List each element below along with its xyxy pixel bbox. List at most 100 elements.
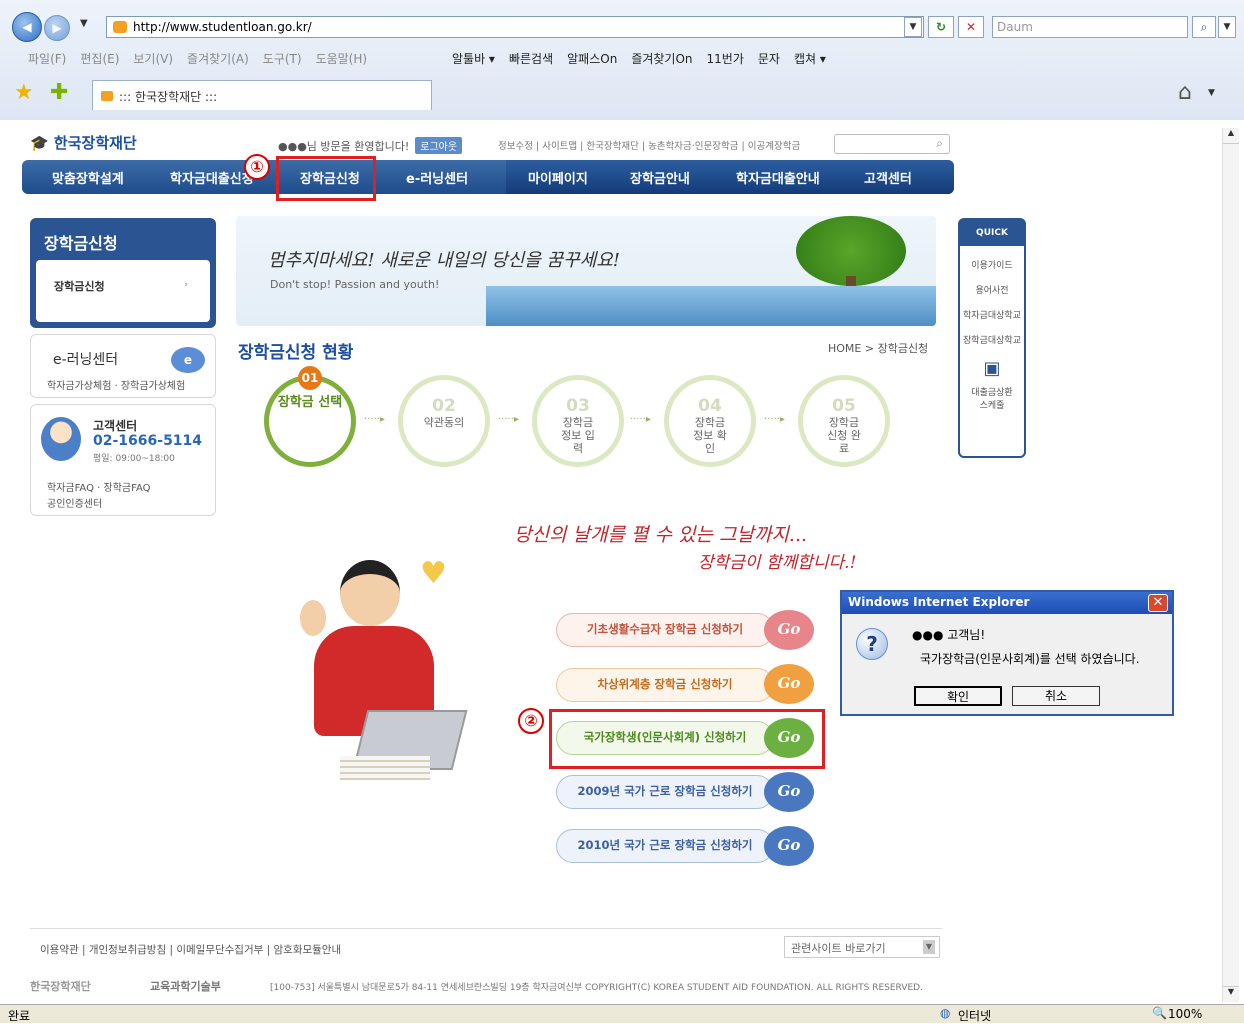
apply-near-poverty-button[interactable]: 차상위계층 장학금 신청하기 xyxy=(556,668,774,702)
toolbar-favorites-on[interactable]: 즐겨찾기On xyxy=(631,50,692,67)
dialog-close-icon[interactable]: ✕ xyxy=(1148,594,1168,612)
gnb-elearning[interactable]: e-러닝센터 xyxy=(406,168,468,187)
footer-links[interactable]: 이용약관 | 개인정보취급방침 | 이메일무단수집거부 | 암호화모듈안내 xyxy=(40,942,341,957)
site-search-input[interactable]: ⌕ xyxy=(834,134,950,154)
menu-help[interactable]: 도움말(H) xyxy=(316,50,368,67)
dialog-cancel-button[interactable]: 취소 xyxy=(1012,686,1100,706)
question-icon: ? xyxy=(856,628,888,660)
back-button[interactable]: ◀ xyxy=(12,12,42,42)
status-bar: 완료 ◍ 인터넷 🔍 100% xyxy=(0,1004,1244,1023)
logout-button[interactable]: 로그아웃 xyxy=(415,137,463,154)
step-3: 03 장학금 정보 입 력 xyxy=(532,375,624,467)
quick-glossary-link[interactable]: 용어사전 xyxy=(960,283,1024,296)
go-work-2010-icon[interactable]: Go xyxy=(764,826,814,866)
home-icon[interactable]: ⌂ xyxy=(1178,80,1192,105)
search-input[interactable]: Daum xyxy=(992,16,1188,38)
elearning-links[interactable]: 학자금가상체험 · 장학금가상체험 xyxy=(47,377,185,392)
logo-text: 한국장학재단 xyxy=(53,134,137,152)
menu-tools[interactable]: 도구(T) xyxy=(263,50,302,67)
gnb-scholarship-info[interactable]: 장학금안내 xyxy=(630,168,690,187)
home-dropdown-icon[interactable]: ▼ xyxy=(1208,88,1215,98)
menu-edit[interactable]: 편집(E) xyxy=(80,50,119,67)
add-favorites-icon[interactable]: ✚ xyxy=(50,80,68,105)
footer-divider xyxy=(30,928,942,929)
quick-menu: QUICK MENU 이용가이드 용어사전 학자금대상학교 장학금대상학교 ▣ … xyxy=(958,218,1026,458)
toolbar-sms[interactable]: 문자 xyxy=(758,50,780,67)
step-arrow: ·····▸ xyxy=(764,414,785,425)
button-label: 2009년 국가 근로 장학금 신청하기 xyxy=(577,784,753,798)
toolbar-altoolbar[interactable]: 알툴바 ▾ xyxy=(452,50,495,67)
cs-faq-links[interactable]: 학자금FAQ · 장학금FAQ xyxy=(47,479,150,494)
go-work-2009-icon[interactable]: Go xyxy=(764,772,814,812)
address-dropdown-icon[interactable]: ▼ xyxy=(904,17,922,37)
favorites-star-icon[interactable]: ★ xyxy=(14,80,34,105)
site-search-icon[interactable]: ⌕ xyxy=(936,136,943,151)
tab-favicon-icon xyxy=(101,91,113,101)
zoom-icon[interactable]: 🔍 xyxy=(1152,1006,1167,1020)
quick-repayment-link[interactable]: 대출금상환 스케줄 xyxy=(960,385,1024,411)
calculator-icon: ▣ xyxy=(983,358,1001,379)
menu-file[interactable]: 파일(F) xyxy=(28,50,66,67)
cs-phone: 02-1666-5114 xyxy=(93,433,203,449)
browser-tab[interactable]: ::: 한국장학재단 ::: xyxy=(92,80,432,110)
toolbar-capture[interactable]: 캡쳐 ▾ xyxy=(794,50,826,67)
gnb-customer-center[interactable]: 고객센터 xyxy=(864,168,912,187)
menu-favorites[interactable]: 즐겨찾기(A) xyxy=(187,50,249,67)
footer-logo: 한국장학재단 xyxy=(30,980,91,993)
gnb-custom-scholarship[interactable]: 맞춤장학설계 xyxy=(52,168,124,187)
menu-view[interactable]: 보기(V) xyxy=(133,50,173,67)
ie-icon: e xyxy=(171,347,205,373)
button-label: 차상위계층 장학금 신청하기 xyxy=(597,677,733,691)
headset-person-icon xyxy=(41,417,81,461)
elearning-box: e-러닝센터 e 학자금가상체험 · 장학금가상체험 xyxy=(30,334,216,398)
annotation-marker-1: ① xyxy=(244,154,270,180)
gnb-loan-info[interactable]: 학자금대출안내 xyxy=(736,168,820,187)
banner-subtitle: Don't stop! Passion and youth! xyxy=(270,278,440,291)
history-dropdown-icon[interactable]: ▼ xyxy=(80,18,88,29)
quick-scholarship-schools-link[interactable]: 장학금대상학교 xyxy=(960,333,1024,346)
elearning-title[interactable]: e-러닝센터 xyxy=(53,349,118,369)
cs-cert-link[interactable]: 공인인증센터 xyxy=(47,495,102,510)
apply-work-2010-button[interactable]: 2010년 국가 근로 장학금 신청하기 xyxy=(556,829,774,863)
forward-button[interactable]: ▶ xyxy=(44,15,70,41)
sidebar-item-scholarship-apply[interactable]: 장학금신청 › xyxy=(36,260,210,322)
graduation-cap-icon: 🎓 xyxy=(30,134,49,152)
gnb-mypage[interactable]: 마이페이지 xyxy=(528,168,588,187)
step-4: 04 장학금 정보 확 인 xyxy=(664,375,756,467)
gnb-loan-apply[interactable]: 학자금대출신청 xyxy=(170,168,254,187)
customer-center-box: 고객센터 02-1666-5114 평일: 09:00~18:00 학자금FAQ… xyxy=(30,404,216,516)
hero-banner: 멈추지마세요! 새로운 내일의 당신을 꿈꾸세요! Don't stop! Pa… xyxy=(236,216,936,326)
lake-illustration xyxy=(486,286,936,326)
site-logo[interactable]: 🎓 한국장학재단 xyxy=(30,132,137,153)
refresh-icon[interactable]: ↻ xyxy=(928,16,954,38)
toolbar-11st[interactable]: 11번가 xyxy=(707,50,744,67)
step-2: 02 약관동의 xyxy=(398,375,490,467)
go-near-poverty-icon[interactable]: Go xyxy=(764,664,814,704)
apply-basic-livelihood-button[interactable]: 기초생활수급자 장학금 신청하기 xyxy=(556,613,774,647)
search-icon[interactable]: ⌕ xyxy=(1192,16,1216,38)
welcome-bar: ●●●님 방문을 환영합니다! 로그아웃 xyxy=(278,137,468,154)
dialog-ok-button[interactable]: 확인 xyxy=(914,686,1002,706)
step-1: 01 장학금 선택 xyxy=(264,366,356,467)
slogan-line-1: 당신의 날개를 펼 수 있는 그날까지... xyxy=(514,524,808,546)
step-label: 장학금 정보 입 력 xyxy=(561,416,595,455)
address-bar[interactable]: http://www.studentloan.go.kr/ xyxy=(106,16,924,38)
go-basic-livelihood-icon[interactable]: Go xyxy=(764,610,814,650)
apply-work-2009-button[interactable]: 2009년 국가 근로 장학금 신청하기 xyxy=(556,775,774,809)
quick-guide-link[interactable]: 이용가이드 xyxy=(960,258,1024,271)
stop-icon[interactable]: ✕ xyxy=(958,16,984,38)
toolbar-quick-search[interactable]: 빠른검색 xyxy=(509,50,553,67)
addon-toolbar: 알툴바 ▾ 빠른검색 알패스On 즐겨찾기On 11번가 문자 캡쳐 ▾ xyxy=(452,50,826,67)
zoom-level[interactable]: 100% xyxy=(1168,1007,1202,1021)
step-arrow: ·····▸ xyxy=(498,414,519,425)
globe-icon: ◍ xyxy=(940,1006,951,1020)
toolbar-alpass[interactable]: 알패스On xyxy=(567,50,617,67)
step-number: 05 xyxy=(832,396,856,416)
top-links[interactable]: 정보수정 | 사이트맵 | 한국장학재단 | 농촌학자금·인문장학금 | 이공계… xyxy=(498,138,800,152)
breadcrumb: HOME > 장학금신청 xyxy=(828,342,929,355)
related-sites-select[interactable]: 관련사이트 바로가기 ▼ xyxy=(784,936,940,958)
quick-loan-schools-link[interactable]: 학자금대상학교 xyxy=(960,308,1024,321)
vertical-scrollbar[interactable]: ▲ ▼ xyxy=(1222,128,1239,1002)
highlight-box-1 xyxy=(276,156,376,201)
search-options-icon[interactable]: ▼ xyxy=(1218,16,1236,38)
